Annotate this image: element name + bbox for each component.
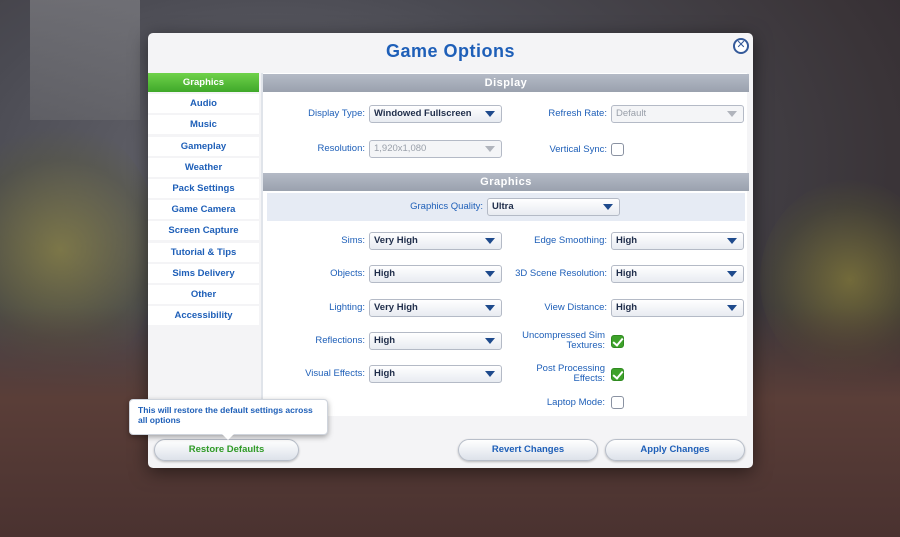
chevron-down-icon (485, 146, 495, 152)
reflections-row: Reflections: High (263, 332, 502, 350)
vertical-sync-row: Vertical Sync: (513, 143, 624, 156)
sidebar-item-weather[interactable]: Weather (148, 157, 259, 177)
lighting-dropdown[interactable]: Very High (369, 299, 502, 317)
resolution-value: 1,920x1,080 (374, 143, 427, 154)
reflections-label: Reflections: (315, 335, 365, 346)
uncompressed-textures-label: Uncompressed Sim Textures: (508, 331, 605, 351)
display-type-dropdown[interactable]: Windowed Fullscreen (369, 105, 502, 123)
scene-resolution-row: 3D Scene Resolution: High (508, 265, 744, 283)
display-type-label: Display Type: (308, 108, 365, 119)
sidebar-item-accessibility[interactable]: Accessibility (148, 306, 259, 326)
sidebar-item-graphics[interactable]: Graphics (148, 73, 259, 92)
graphics-quality-row: Graphics Quality: Ultra (383, 198, 620, 216)
lighting-label: Lighting: (329, 302, 365, 313)
uncompressed-textures-row: Uncompressed Sim Textures: (508, 331, 624, 351)
chevron-down-icon (603, 204, 613, 210)
vertical-sync-label: Vertical Sync: (549, 143, 607, 155)
chevron-down-icon (485, 305, 495, 311)
edge-smoothing-label: Edge Smoothing: (534, 235, 607, 246)
laptop-mode-row: Laptop Mode: (508, 396, 624, 409)
sidebar-item-music[interactable]: Music (148, 115, 259, 135)
uncompressed-textures-checkbox[interactable] (611, 334, 624, 348)
restore-defaults-tooltip: This will restore the default settings a… (129, 399, 328, 440)
sidebar-item-pack-settings[interactable]: Pack Settings (148, 178, 259, 198)
visual-effects-dropdown[interactable]: High (369, 365, 502, 383)
laptop-mode-checkbox[interactable] (611, 396, 624, 409)
edge-smoothing-dropdown[interactable]: High (611, 232, 744, 250)
sims-dropdown[interactable]: Very High (369, 232, 502, 250)
chevron-down-icon (727, 238, 737, 244)
post-processing-label-line2: Effects: (573, 373, 605, 384)
revert-changes-button[interactable]: Revert Changes (458, 439, 598, 461)
chevron-down-icon (727, 111, 737, 117)
scene-resolution-dropdown[interactable]: High (611, 265, 744, 283)
restore-defaults-button[interactable]: Restore Defaults (154, 439, 299, 461)
dialog-title: Game Options (385, 41, 516, 61)
sims-label: Sims: (341, 235, 365, 246)
chevron-down-icon (727, 305, 737, 311)
sidebar-item-screen-capture[interactable]: Screen Capture (148, 221, 259, 241)
visual-effects-label: Visual Effects: (305, 368, 365, 379)
sidebar-item-game-camera[interactable]: Game Camera (148, 200, 259, 220)
chevron-down-icon (485, 111, 495, 117)
lighting-row: Lighting: Very High (263, 299, 502, 317)
reflections-value: High (374, 335, 396, 346)
objects-dropdown[interactable]: High (369, 265, 502, 283)
chevron-down-icon (485, 338, 495, 344)
scene-resolution-value: High (616, 268, 638, 279)
refresh-rate-label: Refresh Rate: (548, 108, 607, 119)
refresh-rate-row: Refresh Rate: Default (513, 105, 744, 123)
objects-row: Objects: High (263, 265, 502, 283)
resolution-dropdown: 1,920x1,080 (369, 140, 502, 158)
post-processing-row: Post Processing Effects: (508, 364, 624, 384)
edge-smoothing-value: High (616, 235, 638, 246)
chevron-down-icon (485, 371, 495, 377)
chevron-down-icon (485, 271, 495, 277)
graphics-quality-dropdown[interactable]: Ultra (487, 198, 620, 216)
sims-row: Sims: Very High (263, 232, 502, 250)
display-type-value: Windowed Fullscreen (374, 108, 472, 119)
display-type-row: Display Type: Windowed Fullscreen (263, 105, 502, 123)
graphics-quality-label: Graphics Quality: (410, 201, 483, 212)
lighting-value: Very High (374, 302, 418, 313)
options-sidebar: Graphics Audio Music Gameplay Weather Pa… (148, 73, 259, 327)
graphics-settings-panel: Display Display Type: Windowed Fullscree… (261, 73, 749, 416)
view-distance-label: View Distance: (544, 302, 607, 313)
edge-smoothing-row: Edge Smoothing: High (508, 232, 744, 250)
view-distance-dropdown[interactable]: High (611, 299, 744, 317)
view-distance-value: High (616, 302, 638, 313)
sims-value: Very High (374, 235, 418, 246)
refresh-rate-value: Default (616, 108, 647, 119)
post-processing-label: Post Processing Effects: (508, 364, 605, 384)
resolution-row: Resolution: 1,920x1,080 (263, 140, 502, 158)
objects-value: High (374, 268, 396, 279)
scene-resolution-label: 3D Scene Resolution: (515, 268, 607, 279)
graphics-section-header: Graphics (263, 173, 749, 191)
uncompressed-textures-label-line2: Textures: (566, 340, 605, 351)
background-structure (30, 0, 140, 120)
apply-changes-button[interactable]: Apply Changes (605, 439, 745, 461)
display-section-header: Display (263, 74, 749, 92)
visual-effects-row: Visual Effects: High (263, 365, 502, 383)
objects-label: Objects: (330, 268, 365, 279)
chevron-down-icon (485, 238, 495, 244)
sidebar-item-sims-delivery[interactable]: Sims Delivery (148, 263, 259, 283)
chevron-down-icon (727, 271, 737, 277)
visual-effects-value: High (374, 368, 396, 379)
graphics-quality-value: Ultra (492, 201, 514, 212)
sidebar-item-gameplay[interactable]: Gameplay (148, 136, 259, 156)
laptop-mode-label: Laptop Mode: (546, 396, 605, 408)
resolution-label: Resolution: (317, 143, 365, 154)
post-processing-checkbox[interactable] (611, 367, 624, 381)
reflections-dropdown[interactable]: High (369, 332, 502, 350)
refresh-rate-dropdown: Default (611, 105, 744, 123)
sidebar-item-tutorial-tips[interactable]: Tutorial & Tips (148, 242, 259, 262)
vertical-sync-checkbox[interactable] (611, 143, 624, 156)
sidebar-item-audio[interactable]: Audio (148, 94, 259, 114)
close-icon[interactable]: ✕ (733, 38, 749, 54)
view-distance-row: View Distance: High (508, 299, 744, 317)
sidebar-item-other[interactable]: Other (148, 284, 259, 304)
